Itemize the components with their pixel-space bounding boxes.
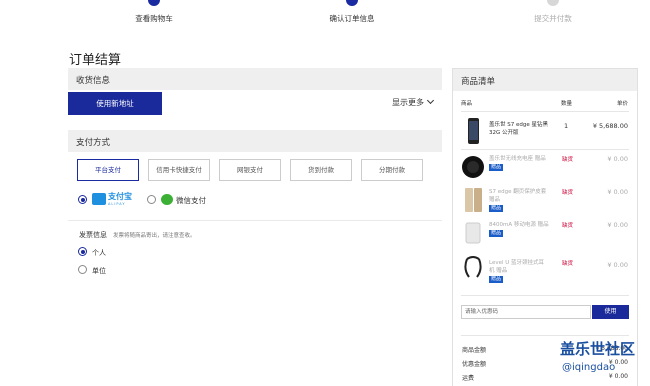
invoice-personal-radio[interactable] xyxy=(78,247,87,256)
checkout-progress: 查看购物车 确认订单信息 提交并付款 xyxy=(0,0,650,30)
invoice-company-label: 单位 xyxy=(92,267,106,275)
coupon-input[interactable]: 请输入优惠码 xyxy=(461,305,591,319)
watermark-sub: @iqingdao xyxy=(562,362,616,373)
pay-option-platform[interactable]: 平台支付 xyxy=(77,159,139,181)
col-price: 单价 xyxy=(616,101,628,107)
page-title: 订单结算 xyxy=(69,53,122,68)
alipay-sublabel: ALIPAY xyxy=(108,202,126,206)
cart-item-name: 盖乐世 S7 edge 星钻黑 32G 公开版 xyxy=(489,122,548,136)
wechat-radio[interactable] xyxy=(147,195,156,204)
step-cart-label: 查看购物车 xyxy=(135,14,173,23)
payment-heading: 支付方式 xyxy=(68,130,442,152)
show-more-label: 显示更多 xyxy=(392,98,424,107)
cart-item-name: S7 edge 翻页保护皮套 赠品 赠品 xyxy=(489,189,547,212)
cart-heading: 商品清单 xyxy=(453,69,637,91)
shipping-heading: 收货信息 xyxy=(68,68,442,90)
divider xyxy=(461,149,629,150)
out-of-stock-badge: 缺货 xyxy=(562,223,574,229)
divider xyxy=(461,295,629,296)
step-pay-label: 提交并付款 xyxy=(534,14,572,23)
cart-item-name: 盖乐世无线充电座 赠品 赠品 xyxy=(489,156,546,171)
power-bank-image xyxy=(465,222,481,244)
cart-item-price: ¥ 0.00 xyxy=(607,261,628,269)
invoice-personal-label: 个人 xyxy=(92,249,106,257)
invoice-label: 发票信息 xyxy=(79,231,107,239)
col-qty: 数量 xyxy=(561,101,573,107)
alipay-logo-icon xyxy=(92,193,106,205)
invoice-note: 发票将随商品寄出，请注意查收。 xyxy=(113,233,196,239)
cart-item-price: ¥ 5,688.00 xyxy=(592,122,628,130)
cart-item-qty: 1 xyxy=(564,122,569,130)
step-confirm-dot xyxy=(346,0,358,6)
cart-item-name: Level U 蓝牙颈挂式耳机 赠品 赠品 xyxy=(489,260,545,283)
out-of-stock-badge: 缺货 xyxy=(562,261,574,267)
wireless-charger-image xyxy=(462,156,484,178)
gift-tag: 赠品 xyxy=(489,230,504,237)
chevron-down-icon xyxy=(426,96,435,105)
pay-option-online-bank[interactable]: 网银支付 xyxy=(219,159,281,181)
pay-option-installment[interactable]: 分期付款 xyxy=(361,159,423,181)
apply-coupon-button[interactable]: 使用 xyxy=(592,305,629,319)
add-address-button[interactable]: 使用新地址 xyxy=(68,92,162,115)
divider xyxy=(68,220,442,221)
cart-item-price: ¥ 0.00 xyxy=(607,188,628,196)
case-image xyxy=(465,188,482,212)
phone-image xyxy=(468,118,479,144)
wechat-logo-icon xyxy=(161,194,173,205)
gift-tag: 赠品 xyxy=(489,205,504,212)
gift-tag: 赠品 xyxy=(489,164,504,171)
headphones-image xyxy=(464,256,482,278)
cart-item-price: ¥ 0.00 xyxy=(607,155,628,163)
summary-label: 运费 xyxy=(462,375,475,382)
pay-option-credit-card[interactable]: 信用卡快捷支付 xyxy=(148,159,210,181)
pay-option-cod[interactable]: 货到付款 xyxy=(290,159,352,181)
summary-label: 商品金额 xyxy=(462,347,487,354)
divider xyxy=(461,335,629,336)
col-product: 商品 xyxy=(461,101,473,107)
cart-item-name: 8400mA 移动电源 赠品 赠品 xyxy=(489,222,549,237)
summary-label: 优惠金额 xyxy=(462,361,487,368)
alipay-radio[interactable] xyxy=(78,195,87,204)
invoice-company-radio[interactable] xyxy=(78,265,87,274)
wechat-label: 微信支付 xyxy=(176,196,206,205)
out-of-stock-badge: 缺货 xyxy=(562,157,574,163)
cart-item-price: ¥ 0.00 xyxy=(607,221,628,229)
watermark-title: 盖乐世社区 xyxy=(560,340,636,358)
gift-tag: 赠品 xyxy=(489,276,504,283)
show-more-toggle[interactable]: 显示更多 xyxy=(392,96,435,108)
summary-value: ¥ 0.00 xyxy=(608,373,628,380)
step-confirm-label: 确认订单信息 xyxy=(329,14,375,23)
step-cart-dot xyxy=(148,0,160,6)
divider xyxy=(461,111,629,112)
alipay-label: 支付宝 xyxy=(108,192,132,201)
out-of-stock-badge: 缺货 xyxy=(562,190,574,196)
step-pay-dot xyxy=(547,0,559,6)
